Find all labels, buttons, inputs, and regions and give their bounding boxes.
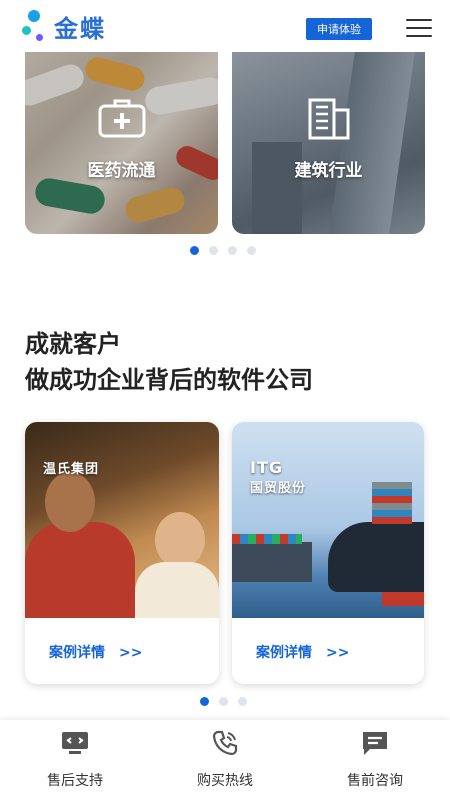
top-header: 金蝶 申请体验 <box>0 0 450 52</box>
industry-carousel-dots <box>190 246 256 255</box>
case-detail-link[interactable]: 案例详情 >> <box>49 642 142 662</box>
section-title-line1: 成就客户 <box>25 330 121 358</box>
section-title: 成就客户 做成功企业背后的软件公司 <box>25 326 313 398</box>
chat-icon <box>360 728 390 758</box>
tab-label: 售后支持 <box>47 773 103 789</box>
bottom-nav-bar: 售后支持 购买热线 售前咨询 <box>0 720 450 800</box>
case-detail-link[interactable]: 案例详情 >> <box>256 642 349 662</box>
tab-label: 售前咨询 <box>347 773 403 789</box>
kingdee-logo[interactable]: 金蝶 <box>22 8 106 44</box>
remote-support-icon <box>60 728 90 758</box>
building-icon <box>308 98 349 140</box>
logo-mark-icon <box>22 8 52 44</box>
carousel-dot[interactable] <box>247 246 256 255</box>
carousel-dot[interactable] <box>190 246 199 255</box>
tab-pre-sales-consult[interactable]: 售前咨询 <box>300 720 450 800</box>
medical-case-icon <box>98 99 145 138</box>
apply-trial-button[interactable]: 申请体验 <box>306 18 372 40</box>
tab-purchase-hotline[interactable]: 购买热线 <box>150 720 300 800</box>
tab-after-sales-support[interactable]: 售后支持 <box>0 720 150 800</box>
industry-card-pharma[interactable]: 医药流通 <box>25 52 218 234</box>
logo-text: 金蝶 <box>54 14 106 43</box>
tab-label: 购买热线 <box>197 773 253 789</box>
carousel-dot[interactable] <box>209 246 218 255</box>
industry-label-pharma: 医药流通 <box>87 161 156 181</box>
industry-card-construction[interactable]: 建筑行业 <box>232 52 425 234</box>
case-card-wens[interactable]: 温氏集团 案例详情 >> <box>25 422 219 684</box>
case-logo-wens: 温氏集团 <box>43 462 100 477</box>
case-image-wens: 温氏集团 <box>25 422 219 618</box>
case-image-itg: ITG 国贸股份 <box>232 422 424 618</box>
carousel-dot[interactable] <box>219 697 228 706</box>
section-title-line2: 做成功企业背后的软件公司 <box>25 366 313 394</box>
carousel-dot[interactable] <box>238 697 247 706</box>
phone-icon <box>210 728 240 758</box>
case-logo-itg: ITG 国贸股份 <box>250 458 307 496</box>
case-card-itg[interactable]: ITG 国贸股份 案例详情 >> <box>232 422 424 684</box>
carousel-dot[interactable] <box>200 697 209 706</box>
case-carousel-dots <box>200 697 247 706</box>
carousel-dot[interactable] <box>228 246 237 255</box>
industry-label-construction: 建筑行业 <box>294 161 363 181</box>
hamburger-menu-icon[interactable] <box>406 19 432 37</box>
